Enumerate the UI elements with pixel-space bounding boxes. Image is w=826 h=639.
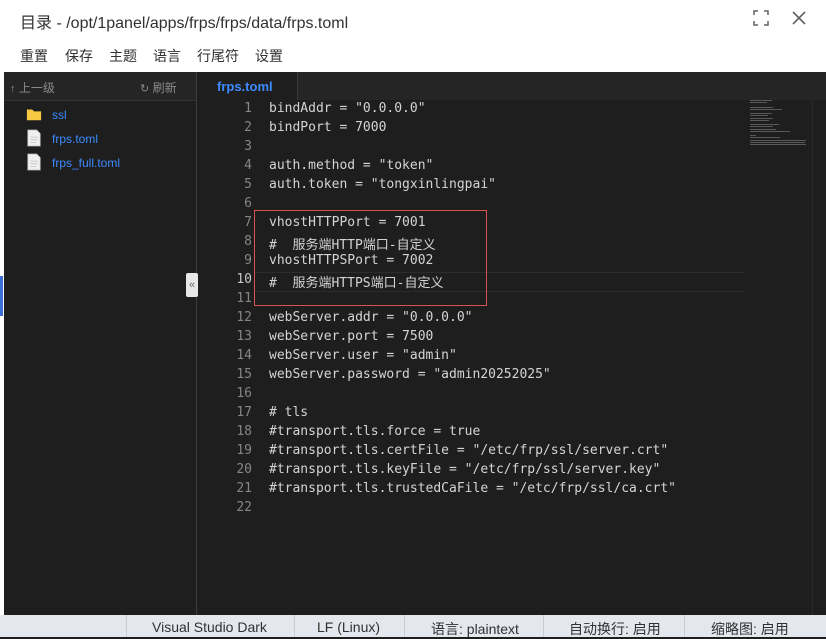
line-number: 21 xyxy=(236,481,252,496)
line-number: 11 xyxy=(236,291,252,306)
menu-settings[interactable]: 设置 xyxy=(255,46,283,66)
line-number: 15 xyxy=(236,367,252,382)
file-icon xyxy=(27,129,41,147)
file-icon xyxy=(27,153,41,171)
minimap-line xyxy=(750,117,774,119)
vertical-scrollbar[interactable] xyxy=(812,100,826,615)
line-number: 20 xyxy=(236,462,252,477)
menu-save[interactable]: 保存 xyxy=(65,46,93,66)
code-line: #transport.tls.force = true xyxy=(269,424,481,439)
status-eol[interactable]: LF (Linux) xyxy=(317,619,380,635)
minimap-line xyxy=(750,139,806,141)
refresh-label: 刷新 xyxy=(152,81,177,95)
tree-item-label: frps_full.toml xyxy=(52,156,121,170)
window-title: 目录 - /opt/1panel/apps/frps/frps/data/frp… xyxy=(20,15,349,32)
code-line: # tls xyxy=(269,405,309,420)
line-number: 2 xyxy=(244,120,252,135)
code-line: #transport.tls.keyFile = "/etc/frp/ssl/s… xyxy=(269,462,661,477)
refresh-icon: ↻ xyxy=(140,83,150,95)
line-number: 19 xyxy=(236,443,252,458)
code-line: auth.token = "tongxinlingpai" xyxy=(269,177,496,192)
code-line: webServer.password = "admin20252025" xyxy=(269,367,551,382)
status-bar: Visual Studio Dark LF (Linux) 语言: plaint… xyxy=(0,615,826,637)
minimap-line xyxy=(750,137,780,139)
status-separator xyxy=(543,615,544,637)
code-line: auth.method = "token" xyxy=(269,158,434,173)
minimap-line xyxy=(750,113,772,115)
code-line: webServer.user = "admin" xyxy=(269,348,457,363)
minimap-line xyxy=(750,141,805,143)
minimap-line xyxy=(750,130,790,132)
minimap-line xyxy=(750,108,782,110)
up-level-label: 上一级 xyxy=(18,81,55,95)
status-separator xyxy=(126,615,127,637)
menu-eol[interactable]: 行尾符 xyxy=(197,46,239,66)
line-number: 13 xyxy=(236,329,252,344)
code-line: #transport.tls.trustedCaFile = "/etc/frp… xyxy=(269,481,676,496)
line-number: 22 xyxy=(236,500,252,515)
maximize-button[interactable] xyxy=(752,9,770,27)
minimap-line xyxy=(750,135,756,137)
sidebar-collapse-button[interactable]: « xyxy=(186,273,198,297)
arrow-up-icon: ↑ xyxy=(10,83,16,95)
line-number: 10 xyxy=(236,272,252,287)
minimap-line xyxy=(750,115,768,117)
line-number: 7 xyxy=(244,215,252,230)
line-number: 17 xyxy=(236,405,252,420)
maximize-icon xyxy=(753,10,769,26)
line-number: 6 xyxy=(244,196,252,211)
line-number: 14 xyxy=(236,348,252,363)
status-wrap[interactable]: 自动换行: 启用 xyxy=(569,619,661,639)
status-separator xyxy=(404,615,405,637)
code-line: bindPort = 7000 xyxy=(269,120,387,135)
line-number: 12 xyxy=(236,310,252,325)
line-number: 1 xyxy=(244,101,252,116)
minimap[interactable] xyxy=(748,100,812,160)
line-number: 3 xyxy=(244,139,252,154)
line-number: 16 xyxy=(236,386,252,401)
menu-reset[interactable]: 重置 xyxy=(20,46,48,66)
folder-icon xyxy=(26,109,42,121)
menu-theme[interactable]: 主题 xyxy=(109,46,137,66)
status-language[interactable]: 语言: plaintext xyxy=(431,619,519,639)
minimap-line xyxy=(750,128,777,130)
up-level-button[interactable]: ↑ 上一级 xyxy=(10,79,55,96)
refresh-button[interactable]: ↻ 刷新 xyxy=(140,79,177,96)
close-button[interactable] xyxy=(790,9,808,27)
menu-language[interactable]: 语言 xyxy=(153,46,181,66)
minimap-line xyxy=(750,119,769,121)
minimap-line xyxy=(750,144,806,145)
minimap-line xyxy=(750,100,772,101)
sidebar-header: ↑ 上一级 ↻ 刷新 xyxy=(4,72,196,101)
code-line: bindAddr = "0.0.0.0" xyxy=(269,101,426,116)
annotation-box xyxy=(254,210,487,306)
minimap-line xyxy=(750,124,779,126)
minimap-line xyxy=(750,126,774,128)
tree-item-label: frps.toml xyxy=(52,132,99,146)
minimap-line xyxy=(750,106,774,108)
tree-item-label: ssl xyxy=(52,108,67,122)
line-number: 18 xyxy=(236,424,252,439)
status-theme[interactable]: Visual Studio Dark xyxy=(152,619,267,635)
line-number: 5 xyxy=(244,177,252,192)
close-icon xyxy=(792,11,806,25)
code-line: webServer.port = 7500 xyxy=(269,329,434,344)
tab-label: frps.toml xyxy=(217,79,273,94)
code-line: #transport.tls.certFile = "/etc/frp/ssl/… xyxy=(269,443,669,458)
minimap-line xyxy=(750,102,767,104)
code-line: webServer.addr = "0.0.0.0" xyxy=(269,310,473,325)
menu-bar: 重置 保存 主题 语言 行尾符 设置 xyxy=(0,38,826,72)
line-number: 8 xyxy=(244,234,252,249)
status-separator xyxy=(684,615,685,637)
status-separator xyxy=(294,615,295,637)
left-accent xyxy=(0,276,3,316)
line-number: 9 xyxy=(244,253,252,268)
status-minimap[interactable]: 缩略图: 启用 xyxy=(711,619,789,639)
line-number: 4 xyxy=(244,158,252,173)
